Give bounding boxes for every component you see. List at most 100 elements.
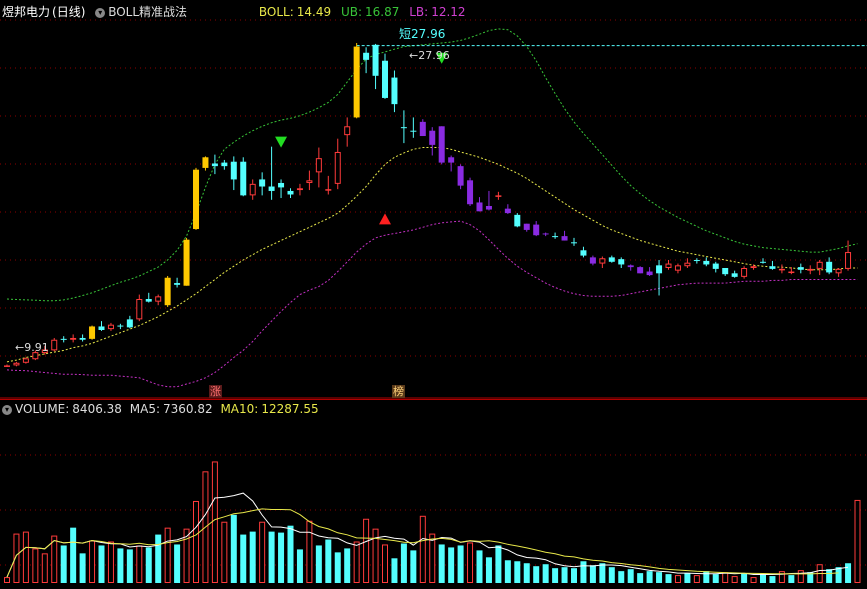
volume-bar [674,575,681,583]
candle-body [60,338,67,340]
volume-header: ▾ VOLUME: 8406.38 MA5: 7360.82 MA10: 12287.5… [2,402,319,416]
volume-bar [495,545,502,583]
volume-bar [391,558,398,583]
volume-bar [561,567,568,583]
volume-bar [429,533,436,584]
volume-bar [618,571,625,583]
candle-body [665,263,672,269]
candle-body [448,157,455,163]
volume-bar [750,577,757,584]
candle-body [552,236,559,238]
candle-body [230,161,237,180]
ma10-label: MA10: [220,402,259,416]
volume-bar [485,557,492,583]
boll-label: BOLL: [258,5,294,19]
volume-bar [788,575,795,583]
candle-body [760,261,766,263]
volume-bar [126,549,133,583]
chevron-down-icon[interactable]: ▾ [2,404,12,415]
candle-body [363,52,370,60]
high-note: 短27.96 [399,27,446,41]
candle-body [410,130,417,132]
volume-bar [41,553,48,584]
candle-body [656,265,663,274]
volume-bar [89,540,96,583]
tag-zhang: 涨 [209,385,222,398]
candle-body [580,250,587,256]
candle-body [741,268,748,277]
candle-body [504,208,511,214]
candle-body [13,362,20,366]
candle-body-limit-up [353,46,360,118]
low-value-label: ←9.91 [14,341,50,354]
candle-body [485,206,492,210]
volume-bar [155,534,162,583]
candle-body [334,151,341,184]
candle-body [589,257,596,264]
candle-body [778,268,785,271]
candle-body [4,365,10,367]
volume-bar [419,515,426,583]
high-value-label: ←27.96 [408,49,451,62]
candle-body [826,261,833,273]
volume-bar [164,527,171,583]
volume-bar [70,527,77,583]
volume-bar [580,561,587,583]
candle-body [70,337,77,340]
volume-bar [504,560,511,583]
candle-body [51,339,58,351]
stock-name: 煜邦电力 [2,5,51,19]
candle-body [684,262,691,267]
candle-body [429,130,436,145]
candle-body-limit-up [202,157,209,168]
volume-bar [4,577,10,584]
volume-bar [514,561,521,583]
volume-bar [542,564,549,583]
volume-bar [533,566,540,583]
candle-body [259,179,266,187]
volume-bar [98,545,105,583]
lb-label: LB: [409,5,429,19]
candle-body [627,265,634,268]
candle-body [296,188,303,191]
volume-bar [107,541,114,584]
candle-body [126,319,133,328]
candle-body [637,267,644,274]
candle-body-limit-up [89,326,96,339]
volume-bar [646,571,653,583]
volume-bar [769,576,776,583]
volume-bar [400,543,407,583]
volume-bar [608,567,615,583]
chevron-down-icon[interactable]: ▾ [95,7,106,18]
volume-bar [712,574,719,583]
candle-body [693,260,700,262]
volume-bar [221,521,228,584]
candle-body [249,183,256,196]
candle-body [211,163,218,167]
volume-bar [571,568,577,583]
volume-bar [438,544,445,583]
volume-bar [240,534,247,583]
volume-bar [334,552,341,583]
candle-body [788,271,795,274]
candle-body [816,261,823,269]
candle-body [618,259,625,265]
volume-bar [523,563,530,583]
candle-body [145,299,152,302]
volume-bar [136,545,143,584]
lb-value: 12.12 [431,5,466,19]
volume-bar [476,550,483,583]
candle-body [769,266,776,269]
volume-bar [599,563,606,583]
candle-body [155,296,162,302]
volume-bar [448,547,455,583]
candle-body [599,258,606,264]
volume-bar [296,549,303,583]
volume-bar [552,568,559,583]
volume-bar [410,550,417,583]
indicator-name[interactable]: BOLL精准战法 [108,5,187,19]
candle-body [495,195,502,197]
low-value: 9.91 [24,341,49,354]
volume-bar [344,548,351,583]
candle-body [646,271,653,276]
